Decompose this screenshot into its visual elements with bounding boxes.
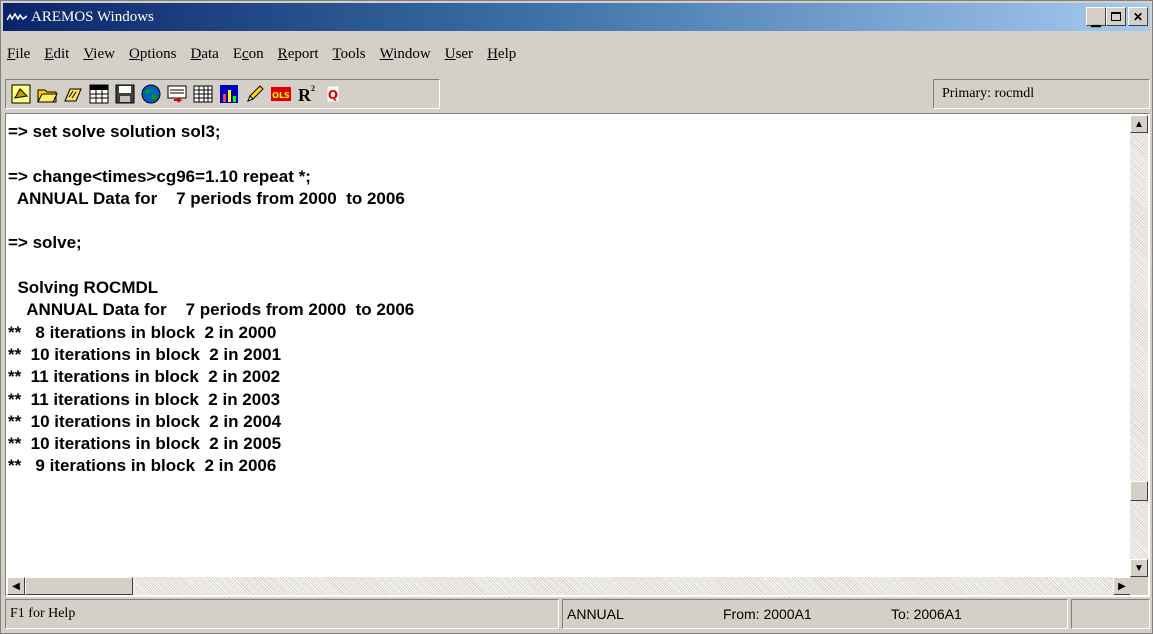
- app-logo-icon: [7, 12, 27, 21]
- globe-button[interactable]: [138, 82, 163, 106]
- maximize-icon: [1111, 12, 1121, 21]
- status-frequency-panel: ANNUAL From: 2000A1 To: 2006A1: [562, 599, 1068, 629]
- minimize-button[interactable]: ▁: [1086, 7, 1106, 26]
- status-to: To: 2006A1: [891, 606, 962, 622]
- arrow-down-icon: ▼: [1134, 562, 1144, 574]
- console-line: ** 10 iterations in block 2 in 2004: [8, 411, 282, 431]
- console-line: ** 10 iterations in block 2 in 2001: [8, 344, 282, 364]
- menu-econ[interactable]: Econ: [226, 46, 271, 63]
- chart-button[interactable]: [216, 82, 241, 106]
- svg-text:R: R: [298, 85, 312, 105]
- window-title: AREMOS Windows: [31, 8, 154, 25]
- console-line: ** 9 iterations in block 2 in 2006: [8, 456, 277, 476]
- edit-button[interactable]: [242, 82, 267, 106]
- status-extra-panel: [1071, 599, 1150, 629]
- globe-icon: [141, 84, 160, 104]
- r-squared-icon: R2: [298, 84, 315, 105]
- console-output: => set solve solution sol3; => change<tim…: [8, 114, 1118, 578]
- close-icon: ✕: [1132, 9, 1144, 24]
- maximize-button[interactable]: [1106, 7, 1126, 26]
- svg-text:2: 2: [311, 84, 315, 93]
- quit-button[interactable]: Q: [320, 82, 345, 106]
- console-line: ** 11 iterations in block 2 in 2003: [8, 389, 281, 409]
- svg-text:OLS: OLS: [272, 91, 290, 100]
- horizontal-scroll-thumb[interactable]: [25, 577, 133, 595]
- series-button[interactable]: [86, 82, 111, 106]
- status-help-text: F1 for Help: [5, 599, 559, 629]
- console-line: ** 8 iterations in block 2 in 2000: [8, 322, 277, 342]
- menu-bar: File Edit View Options Data Econ Report Tools Wi…: [3, 43, 523, 65]
- console-line: => change<times>cg96=1.10 repeat *;: [8, 166, 311, 186]
- save-icon: [115, 84, 134, 104]
- close-button[interactable]: ✕: [1128, 7, 1148, 26]
- new-button[interactable]: [8, 82, 33, 106]
- console-line: ** 10 iterations in block 2 in 2005: [8, 434, 282, 454]
- open-folder-icon: [36, 89, 58, 103]
- scroll-right-button[interactable]: ▶: [1113, 577, 1131, 595]
- console-line: => set solve solution sol3;: [8, 122, 221, 141]
- menu-edit[interactable]: Edit: [37, 46, 76, 63]
- menu-window[interactable]: Window: [373, 46, 438, 63]
- console-line: Solving ROCMDL: [8, 278, 159, 298]
- scroll-up-button[interactable]: ▲: [1130, 115, 1148, 133]
- status-frequency: ANNUAL: [567, 606, 624, 622]
- r-squared-button[interactable]: R2: [294, 82, 319, 106]
- horizontal-scrollbar[interactable]: ◀ ▶: [7, 577, 1131, 595]
- app-window: AREMOS Windows ▁ ✕ File Edit View Options Da…: [0, 0, 1153, 634]
- chart-icon: [219, 85, 238, 103]
- status-from: From: 2000A1: [723, 606, 812, 622]
- new-icon: [11, 84, 30, 104]
- arrow-left-icon: ◀: [12, 580, 20, 592]
- menu-options[interactable]: Options: [122, 46, 184, 63]
- vertical-scroll-thumb[interactable]: [1130, 481, 1148, 501]
- console-line: => solve;: [8, 233, 82, 253]
- ols-icon: OLS: [270, 87, 291, 101]
- menu-report[interactable]: Report: [271, 46, 326, 63]
- minimize-icon: ▁: [1091, 12, 1101, 27]
- status-bar: F1 for Help ANNUAL From: 2000A1 To: 2006…: [5, 599, 1150, 629]
- console-line: ANNUAL Data for 7 periods from 2000 to 2…: [8, 300, 415, 320]
- table-icon: [193, 85, 212, 103]
- arrow-right-icon: ▶: [1118, 580, 1126, 592]
- save-button[interactable]: [112, 82, 137, 106]
- menu-tools[interactable]: Tools: [326, 46, 373, 63]
- scroll-left-button[interactable]: ◀: [7, 577, 25, 595]
- vertical-scrollbar[interactable]: ▲ ▼: [1130, 115, 1148, 577]
- primary-databank-indicator: Primary: rocmdl: [933, 79, 1150, 109]
- edit-pencil-icon: [246, 85, 264, 102]
- table-button[interactable]: [190, 82, 215, 106]
- menu-user[interactable]: User: [438, 46, 480, 63]
- open-databank-button[interactable]: [60, 82, 85, 106]
- toolbar: OLS R2 Q: [5, 79, 440, 109]
- scroll-down-button[interactable]: ▼: [1130, 559, 1148, 577]
- scrollbar-corner: [1130, 577, 1148, 595]
- open-databank-icon: [63, 88, 82, 102]
- menu-data[interactable]: Data: [184, 46, 226, 63]
- arrow-up-icon: ▲: [1134, 118, 1144, 130]
- series-icon: [89, 84, 108, 104]
- command-console[interactable]: => set solve solution sol3; => change<tim…: [5, 113, 1150, 597]
- ols-button[interactable]: OLS: [268, 82, 293, 106]
- quit-icon: Q: [326, 85, 339, 103]
- menu-view[interactable]: View: [76, 46, 122, 63]
- report-icon: [167, 85, 186, 103]
- report-button[interactable]: [164, 82, 189, 106]
- open-button[interactable]: [34, 82, 59, 106]
- console-line: ANNUAL Data for 7 periods from 2000 to 2…: [8, 188, 405, 208]
- console-line: ** 11 iterations in block 2 in 2002: [8, 367, 281, 387]
- menu-help[interactable]: Help: [480, 46, 523, 63]
- svg-text:Q: Q: [327, 88, 337, 102]
- title-bar[interactable]: AREMOS Windows ▁ ✕: [3, 3, 1150, 31]
- menu-file[interactable]: File: [3, 46, 37, 63]
